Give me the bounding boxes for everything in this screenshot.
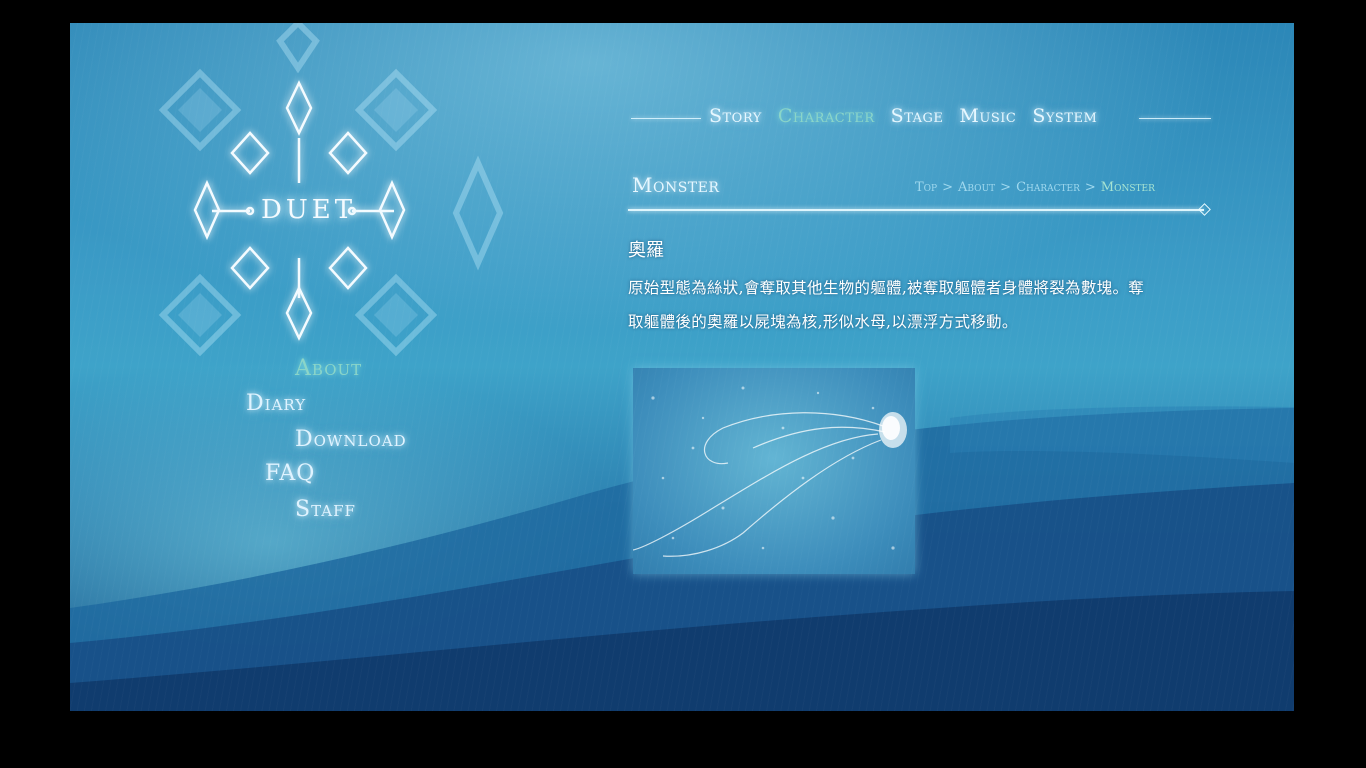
- side-menu-diary[interactable]: Diary: [246, 391, 306, 416]
- character-name: 奧羅: [628, 240, 664, 261]
- duet-logo[interactable]: DUET: [261, 195, 352, 225]
- nav-story[interactable]: Story: [709, 105, 762, 127]
- section-divider: [628, 209, 1204, 211]
- nav-character[interactable]: Character: [778, 105, 875, 127]
- side-menu-staff[interactable]: Staff: [295, 497, 356, 522]
- section-title: Monster: [632, 173, 720, 197]
- breadcrumb-separator: >: [942, 180, 954, 195]
- nav-system[interactable]: System: [1032, 105, 1097, 127]
- top-nav-line-right: [1139, 118, 1211, 119]
- top-nav-line-left: [631, 118, 701, 119]
- jellyfish-illustration-icon: [632, 386, 907, 557]
- nav-music[interactable]: Music: [959, 105, 1016, 127]
- nav-stage[interactable]: Stage: [891, 105, 944, 127]
- description-line: 原始型態為絲狀,會奪取其他生物的軀體,被奪取軀體者身體將裂為數塊。奪: [628, 279, 1145, 297]
- breadcrumb-monster: Monster: [1100, 180, 1155, 195]
- breadcrumb-character[interactable]: Character: [1016, 180, 1080, 195]
- monster-artwork: [632, 368, 915, 574]
- breadcrumb: Top > About > Character > Monster: [915, 180, 1155, 195]
- breadcrumb-separator: >: [1084, 180, 1096, 195]
- character-description: 原始型態為絲狀,會奪取其他生物的軀體,被奪取軀體者身體將裂為數塊。奪 取軀體後的…: [628, 271, 1218, 339]
- top-nav: Story Character Stage Music System: [629, 103, 1211, 133]
- breadcrumb-about[interactable]: About: [958, 180, 995, 195]
- breadcrumb-separator: >: [1000, 180, 1012, 195]
- game-scene: DUET About Diary Download FAQ Staff Stor…: [70, 23, 1294, 711]
- description-line: 取軀體後的奧羅以屍塊為核,形似水母,以漂浮方式移動。: [628, 313, 1018, 331]
- side-menu-download[interactable]: Download: [295, 427, 407, 452]
- breadcrumb-top[interactable]: Top: [915, 180, 937, 195]
- side-menu-about[interactable]: About: [295, 356, 362, 381]
- side-menu-faq[interactable]: FAQ: [265, 461, 315, 486]
